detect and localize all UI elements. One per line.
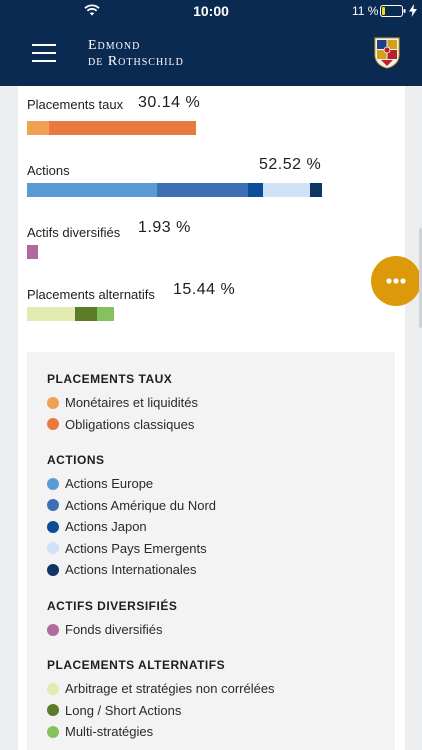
- legend-heading: PLACEMENTS TAUX: [47, 372, 173, 386]
- legend-heading: PLACEMENTS ALTERNATIFS: [47, 658, 226, 672]
- allocation-title: Actifs diversifiés: [27, 225, 121, 240]
- legend-panel: PLACEMENTS TAUX Monétaires et liquidités O…: [27, 352, 395, 750]
- legend-item: Actions Internationales: [47, 562, 197, 577]
- battery-percent: 11 %: [352, 4, 379, 18]
- allocation-bar-placements-taux: [27, 121, 196, 135]
- hamburger-menu-icon[interactable]: [32, 44, 56, 63]
- allocation-title: Placements alternatifs: [27, 287, 155, 302]
- app-header: Edmond de Rothschild: [0, 22, 422, 86]
- legend-item: Obligations classiques: [47, 417, 194, 432]
- legend-item-label: Monétaires et liquidités: [65, 395, 198, 410]
- legend-item: Fonds diversifiés: [47, 622, 163, 637]
- bar-segment: [97, 307, 114, 321]
- bar-segment: [48, 121, 196, 135]
- legend-item: Actions Japon: [47, 519, 147, 534]
- legend-color-dot: [47, 725, 59, 738]
- legend-item: Long / Short Actions: [47, 703, 181, 718]
- legend-item: Actions Pays Emergents: [47, 541, 207, 556]
- legend-color-dot: [47, 623, 59, 636]
- bar-segment: [27, 245, 38, 259]
- legend-color-dot: [47, 418, 59, 430]
- legend-color-dot: [47, 704, 59, 716]
- more-dots-icon: [386, 278, 406, 284]
- legend-color-dot: [47, 542, 59, 554]
- legend-color-dot: [47, 477, 59, 490]
- legend-heading: ACTIONS: [47, 453, 105, 467]
- allocation-bar-placements-alternatifs: [27, 307, 114, 321]
- legend-color-dot: [47, 520, 59, 533]
- allocation-percent: 15.44 %: [173, 281, 236, 298]
- legend-color-dot: [47, 682, 59, 695]
- allocation-title: Placements taux: [27, 97, 124, 112]
- more-options-button[interactable]: [371, 256, 421, 306]
- legend-item-label: Obligations classiques: [65, 416, 195, 432]
- bar-segment: [74, 307, 98, 321]
- brand-logo: Edmond de Rothschild: [88, 38, 184, 70]
- allocation-placements-taux: Placements taux: [27, 96, 123, 114]
- allocation-percent: 52.52 %: [259, 156, 322, 173]
- bar-segment: [27, 307, 75, 321]
- legend-item-label: Actions Internationales: [65, 562, 197, 577]
- allocation-card: Placements taux 30.14 % Actions 52.52 % …: [18, 86, 405, 750]
- bar-segment: [262, 183, 311, 197]
- legend-color-dot: [47, 563, 59, 576]
- legend-item-label: Actions Amérique du Nord: [65, 497, 217, 513]
- logo-line-2: de Rothschild: [88, 54, 184, 69]
- legend-item: Actions Europe: [47, 476, 153, 491]
- allocation-percent: 1.93 %: [138, 219, 191, 236]
- legend-item: Arbitrage et stratégies non corrélées: [47, 681, 275, 696]
- allocation-actifs-diversifies: Actifs diversifiés: [27, 224, 120, 242]
- bar-segment: [248, 183, 263, 197]
- battery-icon: [380, 5, 406, 17]
- legend-item-label: Actions Pays Emergents: [65, 540, 207, 556]
- allocation-placements-alternatifs: Placements alternatifs: [27, 286, 155, 304]
- legend-item: Monétaires et liquidités: [47, 395, 198, 410]
- bar-segment: [27, 183, 157, 197]
- logo-line-1: Edmond: [88, 38, 141, 53]
- legend-color-dot: [47, 396, 59, 409]
- allocation-bar-actifs-diversifies: [27, 245, 38, 259]
- allocation-bar-actions: [27, 183, 322, 197]
- legend-item: Actions Amérique du Nord: [47, 498, 216, 513]
- allocation-title: Actions: [27, 163, 70, 178]
- legend-item-label: Multi-stratégies: [65, 724, 154, 739]
- legend-item-label: Fonds diversifiés: [65, 622, 163, 637]
- status-bar: 10:00 11 %: [0, 0, 422, 22]
- crest-icon: [374, 37, 400, 69]
- legend-item-label: Long / Short Actions: [65, 702, 182, 718]
- bar-segment: [27, 121, 49, 135]
- charging-bolt-icon: [409, 4, 417, 17]
- allocation-actions: Actions: [27, 162, 70, 180]
- legend-item-label: Actions Japon: [65, 519, 147, 534]
- legend-item-label: Arbitrage et stratégies non corrélées: [65, 681, 275, 696]
- bar-segment: [310, 183, 322, 197]
- legend-color-dot: [47, 499, 59, 511]
- allocation-percent: 30.14 %: [138, 94, 201, 111]
- legend-heading: ACTIFS DIVERSIFIÉS: [47, 599, 178, 613]
- bar-segment: [156, 183, 249, 197]
- legend-item: Multi-stratégies: [47, 724, 153, 739]
- legend-item-label: Actions Europe: [65, 476, 154, 491]
